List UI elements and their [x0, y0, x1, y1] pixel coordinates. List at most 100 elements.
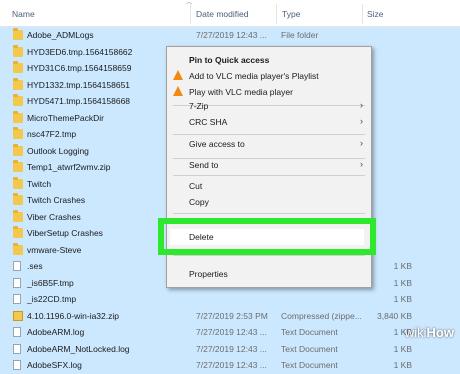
menu-item-add-to-vlc-media-player-s-playlist[interactable]: Add to VLC media player's Playlist: [167, 68, 371, 84]
menu-item-send-to[interactable]: Send to ›: [167, 157, 371, 173]
folder-icon: [13, 127, 23, 139]
menu-item-give-access-to[interactable]: Give access to ›: [167, 136, 371, 152]
file-type: Text Document: [281, 327, 338, 337]
file-date: 7/27/2019 12:43 ...: [196, 360, 267, 370]
file-name: Twitch Crashes: [27, 195, 86, 205]
menu-item-7-zip[interactable]: 7-Zip ›: [167, 98, 371, 114]
menu-item-label: 7-Zip: [189, 101, 209, 111]
chevron-right-icon: ›: [360, 100, 363, 110]
folder-icon: [13, 242, 23, 255]
menu-separator: [173, 255, 365, 256]
file-size: 1 KB: [393, 360, 412, 370]
menu-item-delete-overlay[interactable]: Delete: [167, 229, 371, 245]
folder-icon: [13, 28, 23, 40]
file-name: _is6B5F.tmp: [27, 277, 74, 288]
menu-separator: [173, 175, 365, 176]
file-name: Twitch: [27, 178, 52, 189]
file-date: 7/27/2019 12:43 ...: [196, 343, 267, 354]
column-header-name[interactable]: Name: [12, 9, 35, 19]
folder-icon: [13, 143, 23, 156]
file-name: HYD5471.tmp.1564158668: [27, 96, 131, 106]
file-size: 1 KB: [393, 343, 412, 354]
file-icon: [13, 294, 21, 304]
file-date: 7/27/2019 2:53 PM: [196, 310, 268, 321]
file-name: Adobe_ADMLogs: [27, 30, 94, 40]
column-header-type[interactable]: Type: [282, 9, 300, 19]
folder-icon: [13, 160, 23, 172]
folder-icon: [13, 77, 23, 90]
vlc-icon: [173, 70, 183, 80]
folder-icon: [13, 209, 23, 222]
file-size: 1 KB: [393, 261, 412, 271]
menu-item-label: Pin to Quick access: [189, 55, 270, 65]
menu-item-label: Give access to: [189, 139, 245, 149]
file-type: File folder: [281, 30, 319, 40]
file-icon: [13, 277, 21, 288]
file-name: .ses: [27, 261, 43, 271]
wikihow-watermark: wikiHow: [404, 325, 454, 340]
file-size: 3,840 KB: [377, 310, 412, 321]
file-name: HYD1332.tmp.1564158651: [27, 79, 131, 90]
column-divider[interactable]: [190, 4, 191, 24]
menu-item-cut[interactable]: Cut: [167, 178, 371, 194]
folder-icon: [13, 193, 23, 205]
file-icon: [13, 343, 21, 354]
file-row[interactable]: AdobeARM_NotLocked.log 7/27/2019 12:43 ..…: [0, 340, 460, 357]
file-name: ViberSetup Crashes: [27, 228, 103, 238]
chevron-right-icon: ›: [360, 138, 363, 148]
file-name: AdobeARM_NotLocked.log: [27, 343, 130, 354]
folder-icon: [13, 226, 23, 238]
column-header-bar: Name ︿ Date modified Type Size: [0, 0, 460, 27]
file-name: 4.10.1196.0-win-ia32.zip: [27, 310, 119, 321]
file-icon: [13, 261, 21, 271]
file-name: Temp1_atwrf2wmv.zip: [27, 162, 111, 172]
file-name: nsc47F2.tmp: [27, 129, 77, 139]
column-header-size[interactable]: Size: [367, 9, 384, 19]
column-divider[interactable]: [362, 4, 363, 24]
menu-item-label: Cut: [189, 181, 203, 191]
file-type: Compressed (zippe...: [281, 310, 362, 321]
file-icon: [13, 360, 21, 370]
folder-icon: [13, 94, 23, 106]
file-date: 7/27/2019 12:43 ...: [196, 327, 267, 337]
file-type: Text Document: [281, 343, 338, 354]
file-name: AdobeARM.log: [27, 327, 85, 337]
file-name: vmware-Steve: [27, 244, 82, 255]
file-row[interactable]: AdobeARM.log 7/27/2019 12:43 ... Text Docu…: [0, 324, 460, 341]
menu-item-label: Copy: [189, 197, 209, 207]
file-type: Text Document: [281, 360, 338, 370]
file-name: HYD31C6.tmp.1564158659: [27, 63, 132, 73]
menu-item-copy[interactable]: Copy: [167, 194, 371, 210]
file-name: AdobeSFX.log: [27, 360, 82, 370]
file-icon: [13, 327, 21, 337]
file-row[interactable]: AdobeSFX.log 7/27/2019 12:43 ... Text Docu…: [0, 357, 460, 374]
menu-item-properties[interactable]: Properties: [167, 266, 371, 282]
menu-item-label: Play with VLC media player: [189, 87, 293, 97]
file-row[interactable]: 4.10.1196.0-win-ia32.zip 7/27/2019 2:53 P…: [0, 307, 460, 324]
zip-icon: [13, 310, 23, 321]
folder-icon: [13, 176, 23, 189]
menu-separator: [173, 213, 365, 214]
menu-item-label: Properties: [189, 269, 228, 279]
file-name: Outlook Logging: [27, 145, 89, 156]
file-row[interactable]: Adobe_ADMLogs 7/27/2019 12:43 ... File fol…: [0, 27, 460, 44]
vlc-icon: [173, 86, 183, 96]
file-name: Viber Crashes: [27, 211, 81, 222]
file-row[interactable]: _is22CD.tmp 1 KB: [0, 291, 460, 308]
folder-icon: [13, 44, 23, 57]
column-header-date[interactable]: Date modified: [196, 9, 248, 19]
menu-item-crc-sha[interactable]: CRC SHA ›: [167, 114, 371, 130]
menu-separator: [173, 134, 365, 135]
folder-icon: [13, 61, 23, 73]
file-date: 7/27/2019 12:43 ...: [196, 30, 267, 40]
chevron-right-icon: ›: [360, 159, 363, 169]
menu-item-label: Delete: [189, 232, 214, 242]
menu-item-label: CRC SHA: [189, 117, 228, 127]
folder-icon: [13, 110, 23, 123]
file-size: 1 KB: [393, 294, 412, 304]
menu-item-label: Send to: [189, 160, 219, 170]
menu-item-label: Add to VLC media player's Playlist: [189, 71, 319, 81]
column-divider[interactable]: [276, 4, 277, 24]
menu-item-pin-to-quick-access[interactable]: Pin to Quick access: [167, 52, 371, 68]
file-name: MicroThemePackDir: [27, 112, 104, 123]
